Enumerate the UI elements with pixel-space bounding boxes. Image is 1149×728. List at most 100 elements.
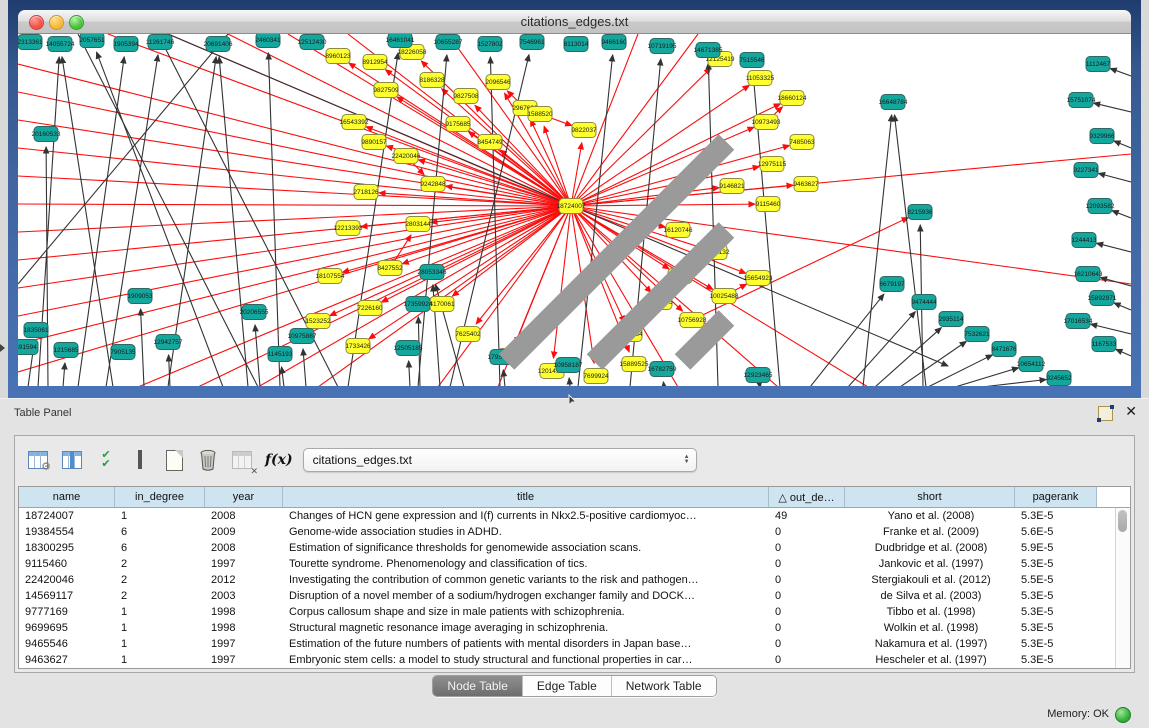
tab-edge-table[interactable]: Edge Table — [522, 676, 611, 696]
table-cell[interactable]: 9465546 — [19, 638, 115, 650]
table-cell[interactable]: 1 — [115, 638, 205, 650]
table-cell[interactable]: 1998 — [205, 622, 283, 634]
create-column-button[interactable] — [161, 447, 187, 473]
table-cell[interactable]: 5.3E-5 — [1015, 638, 1097, 650]
function-builder-button[interactable]: f(x) — [265, 452, 293, 468]
table-row[interactable]: 1938455462009Genome-wide association stu… — [19, 524, 1116, 540]
table-cell[interactable]: Structural magnetic resonance image aver… — [283, 622, 769, 634]
table-cell[interactable]: 5.6E-5 — [1015, 526, 1097, 538]
table-cell[interactable]: 5.5E-5 — [1015, 574, 1097, 586]
table-row[interactable]: 1830029562008Estimation of significance … — [19, 540, 1116, 556]
table-cell[interactable]: 0 — [769, 654, 845, 666]
table-cell[interactable]: 1997 — [205, 654, 283, 666]
column-header-in_degree[interactable]: in_degree — [115, 487, 205, 507]
table-cell[interactable]: 1 — [115, 510, 205, 522]
table-cell[interactable]: 2 — [115, 558, 205, 570]
table-cell[interactable]: Stergiakouli et al. (2012) — [845, 574, 1015, 586]
select-all-button[interactable]: ✔✔ — [93, 447, 119, 473]
table-cell[interactable]: de Silva et al. (2003) — [845, 590, 1015, 602]
table-cell[interactable]: Changes of HCN gene expression and I(f) … — [283, 510, 769, 522]
table-cell[interactable]: Estimation of significance thresholds fo… — [283, 542, 769, 554]
table-cell[interactable]: 9699695 — [19, 622, 115, 634]
table-cell[interactable]: Franke et al. (2009) — [845, 526, 1015, 538]
table-cell[interactable]: Genome-wide association studies in ADHD. — [283, 526, 769, 538]
table-cell[interactable]: Embryonic stem cells: a model to study s… — [283, 654, 769, 666]
column-header-out_de[interactable]: △ out_de… — [769, 487, 845, 507]
table-cell[interactable]: 1 — [115, 622, 205, 634]
table-cell[interactable]: 5.3E-5 — [1015, 606, 1097, 618]
tab-node-table[interactable]: Node Table — [433, 676, 522, 696]
table-cell[interactable]: 0 — [769, 590, 845, 602]
table-cell[interactable]: 5.3E-5 — [1015, 622, 1097, 634]
table-cell[interactable]: 0 — [769, 622, 845, 634]
table-cell[interactable]: 2012 — [205, 574, 283, 586]
table-cell[interactable]: Tibbo et al. (1998) — [845, 606, 1015, 618]
table-cell[interactable]: 18300295 — [19, 542, 115, 554]
table-row[interactable]: 977716911998Corpus callosum shape and si… — [19, 604, 1116, 620]
table-cell[interactable]: Hescheler et al. (1997) — [845, 654, 1015, 666]
table-cell[interactable]: 49 — [769, 510, 845, 522]
table-cell[interactable]: 18724007 — [19, 510, 115, 522]
tab-network-table[interactable]: Network Table — [611, 676, 716, 696]
table-cell[interactable]: 22420046 — [19, 574, 115, 586]
table-cell[interactable]: 14569117 — [19, 590, 115, 602]
table-cell[interactable]: Yano et al. (2008) — [845, 510, 1015, 522]
collapse-panel-arrow-icon[interactable] — [0, 344, 5, 352]
table-cell[interactable]: 5.3E-5 — [1015, 654, 1097, 666]
table-cell[interactable]: Disruption of a novel member of a sodium… — [283, 590, 769, 602]
column-header-year[interactable]: year — [205, 487, 283, 507]
table-row[interactable]: 2242004622012Investigating the contribut… — [19, 572, 1116, 588]
table-cell[interactable]: 9463627 — [19, 654, 115, 666]
table-cell[interactable]: 6 — [115, 526, 205, 538]
table-cell[interactable]: 2 — [115, 574, 205, 586]
table-cell[interactable]: 1997 — [205, 638, 283, 650]
table-row[interactable]: 911546021997Tourette syndrome. Phenomeno… — [19, 556, 1116, 572]
close-panel-icon[interactable]: ✕ — [1125, 404, 1137, 418]
table-cell[interactable]: 5.3E-5 — [1015, 510, 1097, 522]
table-cell[interactable]: 5.3E-5 — [1015, 558, 1097, 570]
table-cell[interactable]: Jankovic et al. (1997) — [845, 558, 1015, 570]
network-frame-titlebar[interactable]: citations_edges.txt — [18, 10, 1131, 34]
vertical-scrollbar[interactable] — [1115, 508, 1130, 668]
table-cell[interactable]: 0 — [769, 638, 845, 650]
column-header-name[interactable]: name — [19, 487, 115, 507]
table-cell[interactable]: Tourette syndrome. Phenomenology and cla… — [283, 558, 769, 570]
delete-table-button[interactable]: ✕ — [229, 447, 255, 473]
table-cell[interactable]: 6 — [115, 542, 205, 554]
table-cell[interactable]: Nakamura et al. (1997) — [845, 638, 1015, 650]
column-header-pagerank[interactable]: pagerank — [1015, 487, 1097, 507]
table-selector-combo[interactable]: citations_edges.txt ▲▼ — [303, 448, 697, 472]
table-cell[interactable]: 0 — [769, 526, 845, 538]
table-cell[interactable]: 5.3E-5 — [1015, 590, 1097, 602]
table-cell[interactable]: 9115460 — [19, 558, 115, 570]
table-cell[interactable]: 0 — [769, 606, 845, 618]
float-panel-icon[interactable] — [1098, 406, 1113, 421]
table-cell[interactable]: 1997 — [205, 558, 283, 570]
table-mode-button[interactable]: ⚙ — [25, 447, 51, 473]
table-row[interactable]: 969969511998Structural magnetic resonanc… — [19, 620, 1116, 636]
table-cell[interactable]: Corpus callosum shape and size in male p… — [283, 606, 769, 618]
delete-columns-button[interactable] — [195, 447, 221, 473]
column-header-short[interactable]: short — [845, 487, 1015, 507]
table-cell[interactable]: 1 — [115, 606, 205, 618]
table-cell[interactable]: Investigating the contribution of common… — [283, 574, 769, 586]
column-header-title[interactable]: title — [283, 487, 769, 507]
memory-status-indicator[interactable] — [1115, 707, 1131, 723]
table-row[interactable]: 946362711997Embryonic stem cells: a mode… — [19, 652, 1116, 668]
table-cell[interactable]: 19384554 — [19, 526, 115, 538]
table-cell[interactable]: 2003 — [205, 590, 283, 602]
table-cell[interactable]: 2009 — [205, 526, 283, 538]
table-cell[interactable]: Wolkin et al. (1998) — [845, 622, 1015, 634]
table-cell[interactable]: 9777169 — [19, 606, 115, 618]
resize-grip-icon[interactable] — [18, 34, 1129, 384]
table-cell[interactable]: 2008 — [205, 542, 283, 554]
table-cell[interactable]: Estimation of the future numbers of pati… — [283, 638, 769, 650]
table-cell[interactable]: Dudbridge et al. (2008) — [845, 542, 1015, 554]
scrollbar-thumb[interactable] — [1118, 510, 1127, 532]
table-row[interactable]: 1456911722003Disruption of a novel membe… — [19, 588, 1116, 604]
table-cell[interactable]: 1998 — [205, 606, 283, 618]
unselect-all-button[interactable] — [127, 447, 153, 473]
table-cell[interactable]: 0 — [769, 574, 845, 586]
table-row[interactable]: 946554611997Estimation of the future num… — [19, 636, 1116, 652]
table-cell[interactable]: 1 — [115, 654, 205, 666]
